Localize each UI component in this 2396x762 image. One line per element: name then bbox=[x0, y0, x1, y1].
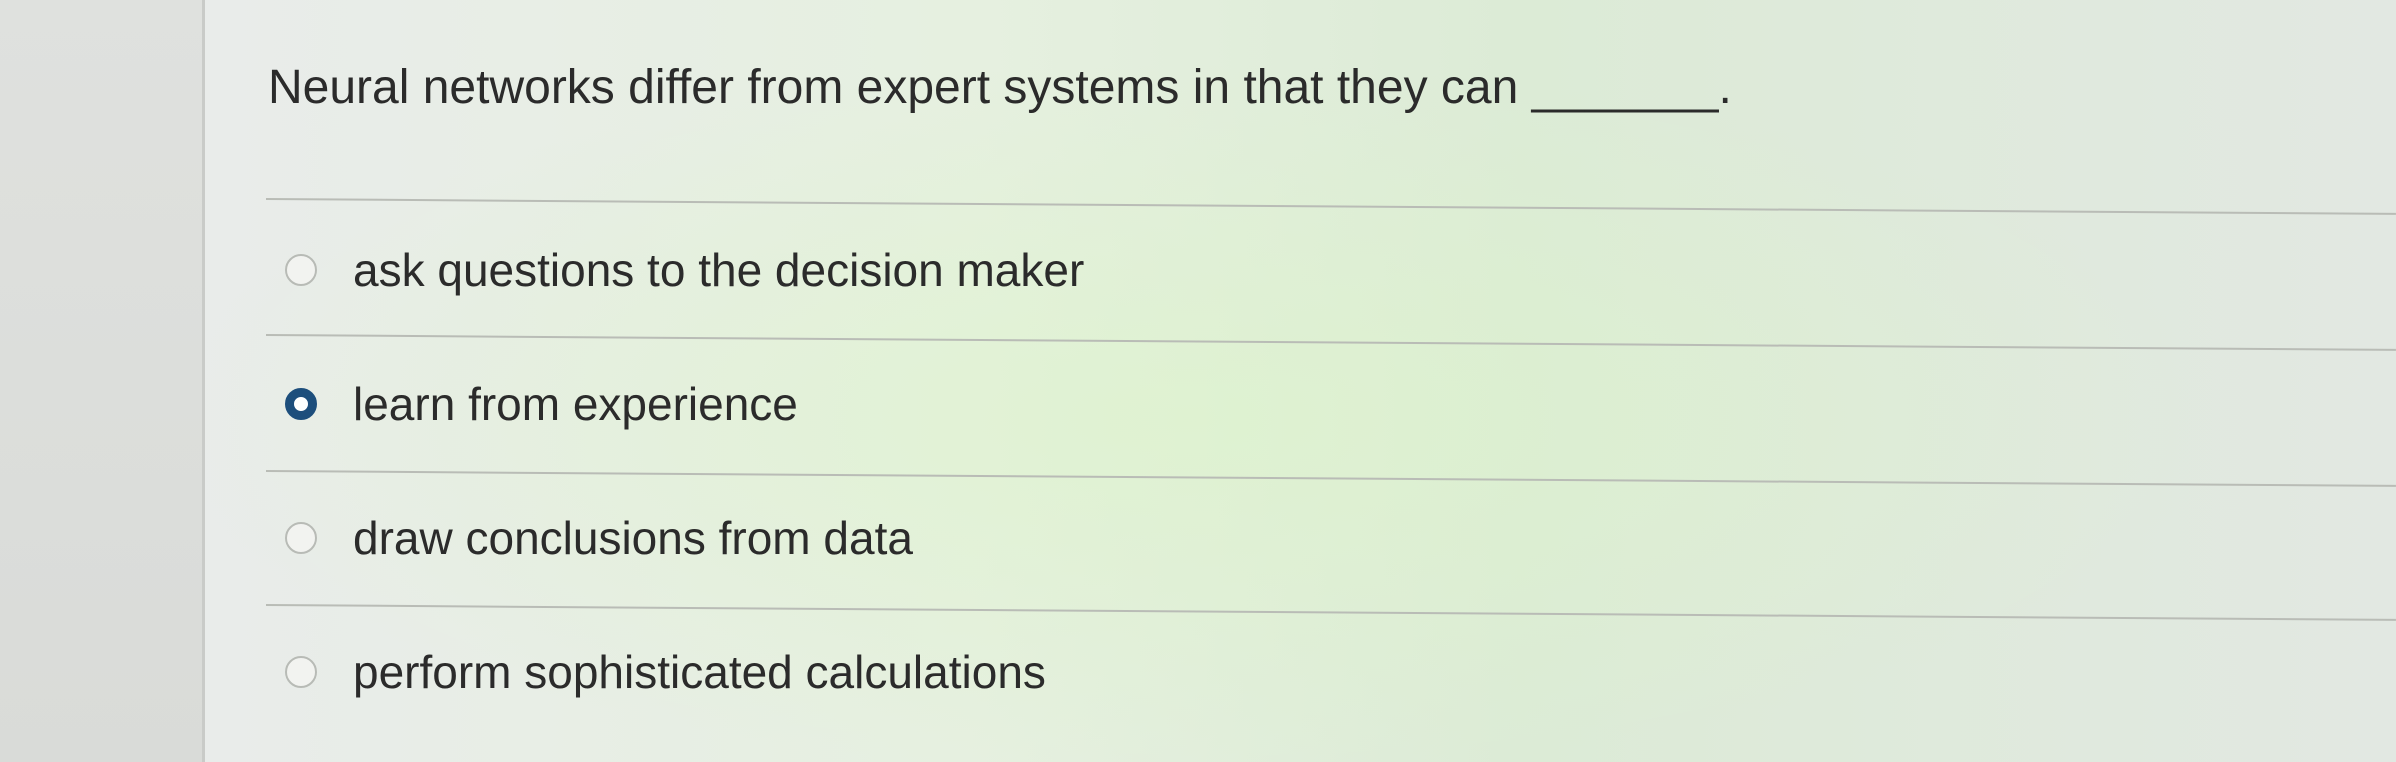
answer-option-2-label: learn from experience bbox=[353, 378, 798, 430]
radio-button-2-selected[interactable] bbox=[285, 388, 317, 420]
radio-button-1[interactable] bbox=[285, 254, 317, 286]
answer-option-3-label: draw conclusions from data bbox=[353, 512, 913, 564]
left-gutter bbox=[0, 0, 202, 762]
answer-option-4-label: perform sophisticated calculations bbox=[353, 646, 1046, 698]
answer-option-1-label: ask questions to the decision maker bbox=[353, 244, 1085, 296]
answer-option-4[interactable]: perform sophisticated calculations bbox=[285, 642, 1046, 702]
radio-button-3[interactable] bbox=[285, 522, 317, 554]
question-text: Neural networks differ from expert syste… bbox=[268, 61, 1732, 114]
answer-option-2[interactable]: learn from experience bbox=[285, 374, 798, 434]
answer-option-3[interactable]: draw conclusions from data bbox=[285, 508, 913, 568]
radio-button-4[interactable] bbox=[285, 656, 317, 688]
answer-option-1[interactable]: ask questions to the decision maker bbox=[285, 240, 1084, 300]
